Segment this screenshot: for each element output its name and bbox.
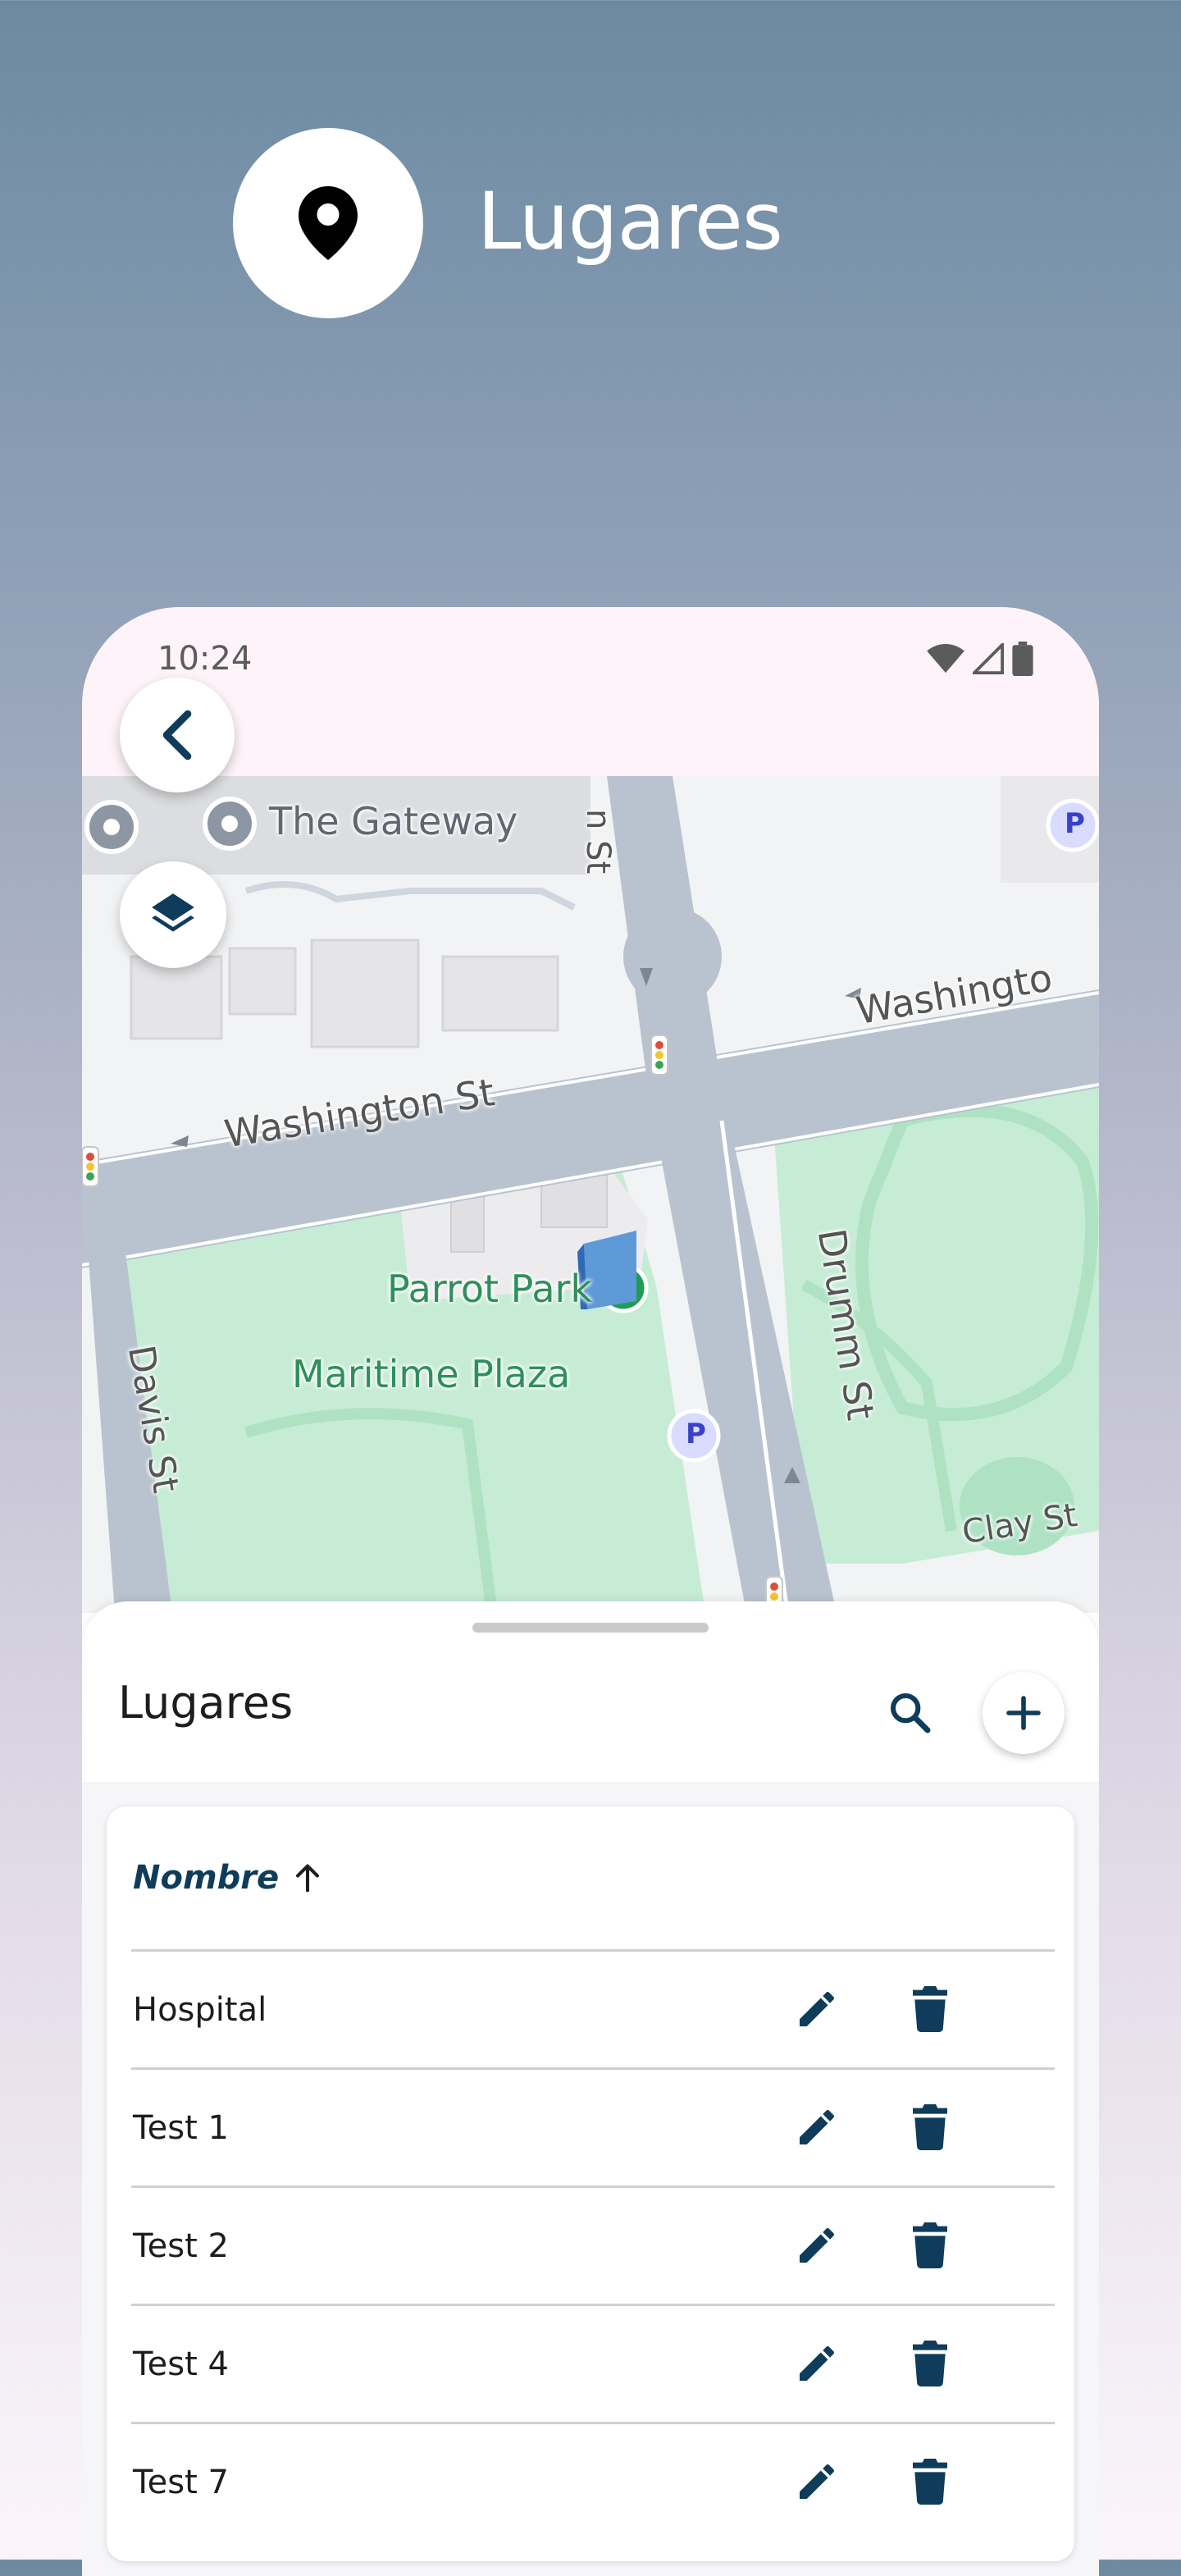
row-name: Test 2: [133, 2227, 229, 2265]
pencil-icon: [800, 2464, 834, 2499]
bottom-sheet: Lugares Nombre Hospital Test 1 Test 2 Te…: [82, 1601, 1099, 2576]
trash-icon: [913, 2222, 947, 2268]
table-row[interactable]: Test 7: [131, 2424, 1055, 2540]
pencil-icon: [800, 2109, 834, 2144]
map-canvas: [82, 776, 1099, 1613]
trash-icon: [913, 2104, 947, 2150]
trash-icon: [913, 2341, 947, 2386]
edit-button[interactable]: [784, 2094, 850, 2160]
edit-button[interactable]: [784, 2213, 850, 2278]
status-bar: 10:24: [82, 607, 1099, 776]
delete-button[interactable]: [897, 2449, 963, 2514]
status-time: 10:24: [157, 640, 253, 678]
pencil-icon: [800, 2227, 834, 2263]
delete-button[interactable]: [897, 2094, 963, 2160]
pencil-icon: [800, 1991, 834, 2026]
table-row[interactable]: Test 1: [131, 2070, 1055, 2188]
edit-button[interactable]: [784, 1976, 850, 2042]
table-row[interactable]: Test 4: [131, 2306, 1055, 2424]
status-icons: [927, 642, 1033, 676]
map-label-parrot-park: Parrot Park: [387, 1267, 593, 1311]
search-icon: [890, 1692, 931, 1733]
cell-signal-icon: [973, 643, 1004, 674]
arrow-up-icon[interactable]: [294, 1862, 321, 1893]
map-label-maritime-plaza: Maritime Plaza: [292, 1352, 571, 1396]
trash-icon: [913, 2459, 947, 2505]
add-place-button[interactable]: [983, 1672, 1065, 1754]
delete-button[interactable]: [897, 2331, 963, 2396]
row-name: Test 4: [133, 2345, 229, 2383]
table-header[interactable]: Nombre: [131, 1806, 1055, 1952]
battery-icon: [1012, 642, 1033, 676]
map-label-gateway: The Gateway: [269, 799, 518, 843]
layers-button[interactable]: [120, 861, 226, 968]
map-parking-marker: P: [686, 1418, 706, 1450]
search-button[interactable]: [878, 1680, 943, 1746]
edit-button[interactable]: [784, 2449, 850, 2514]
table-row[interactable]: Test 2: [131, 2188, 1055, 2306]
promo-title: Lugares: [477, 176, 783, 267]
sheet-body: Nombre Hospital Test 1 Test 2 Test 4 Tes…: [82, 1782, 1099, 2576]
delete-button[interactable]: [897, 2213, 963, 2278]
location-pin-icon: [299, 186, 358, 260]
trash-icon: [913, 1986, 947, 2032]
pencil-icon: [800, 2345, 834, 2381]
add-icon: [1006, 1696, 1041, 1730]
layers-icon: [152, 893, 194, 932]
edit-button[interactable]: [784, 2331, 850, 2396]
map-view[interactable]: The Gateway n St Washington St Washingto…: [82, 776, 1099, 1613]
column-header-nombre[interactable]: Nombre: [133, 1859, 279, 1897]
row-name: Test 1: [133, 2108, 229, 2147]
wifi-icon: [927, 643, 964, 674]
map-parking-marker-top: P: [1065, 807, 1085, 840]
row-name: Hospital: [133, 1990, 267, 2029]
drag-handle[interactable]: [472, 1623, 709, 1633]
back-arrow-icon: [162, 710, 192, 760]
map-label-top-street: n St: [579, 809, 617, 875]
sheet-title: Lugares: [118, 1677, 294, 1729]
table-row[interactable]: Hospital: [131, 1952, 1055, 2070]
promo-icon-circle: [233, 128, 423, 318]
phone-frame: 10:24 The Gateway n St Washington St Was…: [82, 607, 1099, 2576]
delete-button[interactable]: [897, 1976, 963, 2042]
places-table: Nombre Hospital Test 1 Test 2 Test 4 Tes…: [107, 1806, 1074, 2561]
row-name: Test 7: [133, 2463, 229, 2501]
back-button[interactable]: [120, 678, 235, 792]
